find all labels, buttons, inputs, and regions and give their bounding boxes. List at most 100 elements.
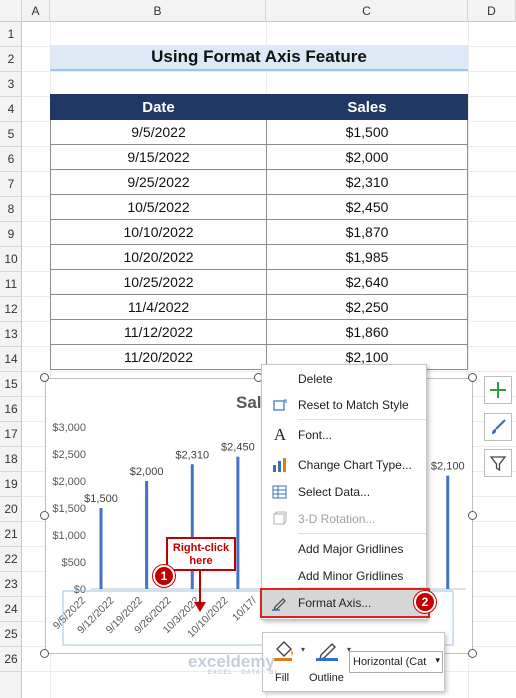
table-row: 11/4/2022 $2,250	[50, 294, 468, 320]
filter-icon	[489, 456, 507, 472]
date-cell[interactable]: 10/20/2022	[50, 244, 267, 270]
table-row: 9/25/2022 $2,310	[50, 169, 468, 195]
data-label: $2,310	[175, 449, 209, 461]
column-header-c[interactable]: C	[266, 0, 468, 22]
row-header-8[interactable]: 8	[0, 197, 22, 222]
sales-cell[interactable]: $1,500	[266, 119, 468, 145]
column-header-d[interactable]: D	[468, 0, 516, 22]
chart-resize-handle[interactable]	[40, 373, 49, 382]
select-all-corner[interactable]	[0, 0, 22, 22]
row-header-17[interactable]: 17	[0, 422, 22, 447]
row-header-3[interactable]: 3	[0, 72, 22, 97]
row-header-18[interactable]: 18	[0, 447, 22, 472]
chart-type-icon	[262, 457, 298, 473]
row-header-9[interactable]: 9	[0, 222, 22, 247]
table-row: 9/15/2022 $2,000	[50, 144, 468, 170]
header-sales[interactable]: Sales	[266, 94, 468, 120]
sheet-title-cell[interactable]: Using Format Axis Feature	[50, 45, 468, 71]
y-tick-label: $2,500	[52, 449, 86, 461]
menu-separator	[298, 419, 426, 420]
step-badge-1: 1	[153, 565, 175, 587]
row-header-7[interactable]: 7	[0, 172, 22, 197]
sales-cell[interactable]: $2,250	[266, 294, 468, 320]
date-cell[interactable]: 11/20/2022	[50, 344, 267, 370]
menu-item-delete[interactable]: Delete	[262, 366, 428, 392]
menu-item-add-minor-gridlines[interactable]: Add Minor Gridlines	[262, 563, 428, 589]
context-menu: Delete Reset to Match Style A Font... Change…	[260, 364, 430, 620]
sales-cell[interactable]: $2,640	[266, 269, 468, 295]
row-header-13[interactable]: 13	[0, 322, 22, 347]
row-header-16[interactable]: 16	[0, 397, 22, 422]
y-tick-label: $0	[74, 584, 86, 596]
row-header-11[interactable]: 11	[0, 272, 22, 297]
date-cell[interactable]: 10/25/2022	[50, 269, 267, 295]
chart-elements-button[interactable]	[484, 376, 512, 404]
date-cell[interactable]: 11/4/2022	[50, 294, 267, 320]
data-label: $2,000	[130, 466, 164, 478]
row-header-21[interactable]: 21	[0, 522, 22, 547]
chevron-down-icon: ▾	[435, 655, 440, 666]
date-cell[interactable]: 9/5/2022	[50, 119, 267, 145]
date-cell[interactable]: 10/5/2022	[50, 194, 267, 220]
y-tick-label: $2,000	[52, 476, 86, 488]
sales-cell[interactable]: $2,000	[266, 144, 468, 170]
row-header-25[interactable]: 25	[0, 622, 22, 647]
fill-dropdown-arrow-icon[interactable]: ▾	[301, 645, 305, 654]
chart-resize-handle[interactable]	[468, 649, 477, 658]
chart-resize-handle[interactable]	[468, 511, 477, 520]
data-label: $1,500	[84, 493, 118, 505]
row-header-12[interactable]: 12	[0, 297, 22, 322]
font-icon: A	[273, 425, 287, 444]
chart-resize-handle[interactable]	[40, 649, 49, 658]
row-header-bar: 1 2 3 4 5 6 7 8 9 10 11 12 13 14 15 16 17 18 19 20 21 22 23 24 2…	[0, 22, 22, 698]
header-date[interactable]: Date	[50, 94, 267, 120]
date-cell[interactable]: 11/12/2022	[50, 319, 267, 345]
grid-row-line	[22, 71, 516, 72]
row-header-15[interactable]: 15	[0, 372, 22, 397]
row-header-4[interactable]: 4	[0, 97, 22, 122]
row-header-26[interactable]: 26	[0, 647, 22, 672]
sales-cell[interactable]: $1,870	[266, 219, 468, 245]
row-header-10[interactable]: 10	[0, 247, 22, 272]
date-cell[interactable]: 9/25/2022	[50, 169, 267, 195]
menu-item-add-major-gridlines[interactable]: Add Major Gridlines	[262, 536, 428, 562]
chart-filters-button[interactable]	[484, 449, 512, 477]
menu-item-font[interactable]: A Font...	[262, 422, 428, 448]
menu-item-change-chart-type[interactable]: Change Chart Type...	[262, 452, 428, 478]
chart-styles-button[interactable]	[484, 413, 512, 441]
row-header-1[interactable]: 1	[0, 22, 22, 47]
column-header-a[interactable]: A	[22, 0, 50, 22]
row-header-23[interactable]: 23	[0, 572, 22, 597]
chart-resize-handle[interactable]	[40, 511, 49, 520]
row-header-5[interactable]: 5	[0, 122, 22, 147]
sales-cell[interactable]: $1,985	[266, 244, 468, 270]
menu-item-3-d-rotation[interactable]: 3-D Rotation...	[262, 506, 428, 532]
date-cell[interactable]: 10/10/2022	[50, 219, 267, 245]
menu-item-format-axis[interactable]: Format Axis...	[260, 588, 430, 618]
date-cell[interactable]: 9/15/2022	[50, 144, 267, 170]
row-header-14[interactable]: 14	[0, 347, 22, 372]
sales-cell[interactable]: $1,860	[266, 319, 468, 345]
row-header-22[interactable]: 22	[0, 547, 22, 572]
chart-resize-handle[interactable]	[468, 373, 477, 382]
menu-item-label: Font...	[298, 428, 333, 442]
row-header-19[interactable]: 19	[0, 472, 22, 497]
outline-label: Outline	[309, 672, 344, 684]
menu-item-select-data[interactable]: Select Data...	[262, 479, 428, 505]
menu-separator	[298, 533, 426, 534]
column-header-b[interactable]: B	[50, 0, 266, 22]
table-row: 11/12/2022 $1,860	[50, 319, 468, 345]
row-header-20[interactable]: 20	[0, 497, 22, 522]
menu-item-reset-to-match-style[interactable]: Reset to Match Style	[262, 392, 428, 418]
mini-toolbar: ▾ Fill ▾ Outline Horizontal (Cat ▾	[262, 632, 445, 692]
sales-cell[interactable]: $2,310	[266, 169, 468, 195]
row-header-2[interactable]: 2	[0, 47, 22, 72]
table-row: 10/10/2022 $1,870	[50, 219, 468, 245]
row-header-24[interactable]: 24	[0, 597, 22, 622]
sales-cell[interactable]: $2,450	[266, 194, 468, 220]
menu-item-label: Format Axis...	[298, 596, 372, 610]
right-click-callout: Right-click here	[166, 537, 236, 571]
chart-element-selector[interactable]: Horizontal (Cat ▾	[349, 651, 443, 673]
data-label: $2,450	[221, 442, 255, 454]
row-header-6[interactable]: 6	[0, 147, 22, 172]
